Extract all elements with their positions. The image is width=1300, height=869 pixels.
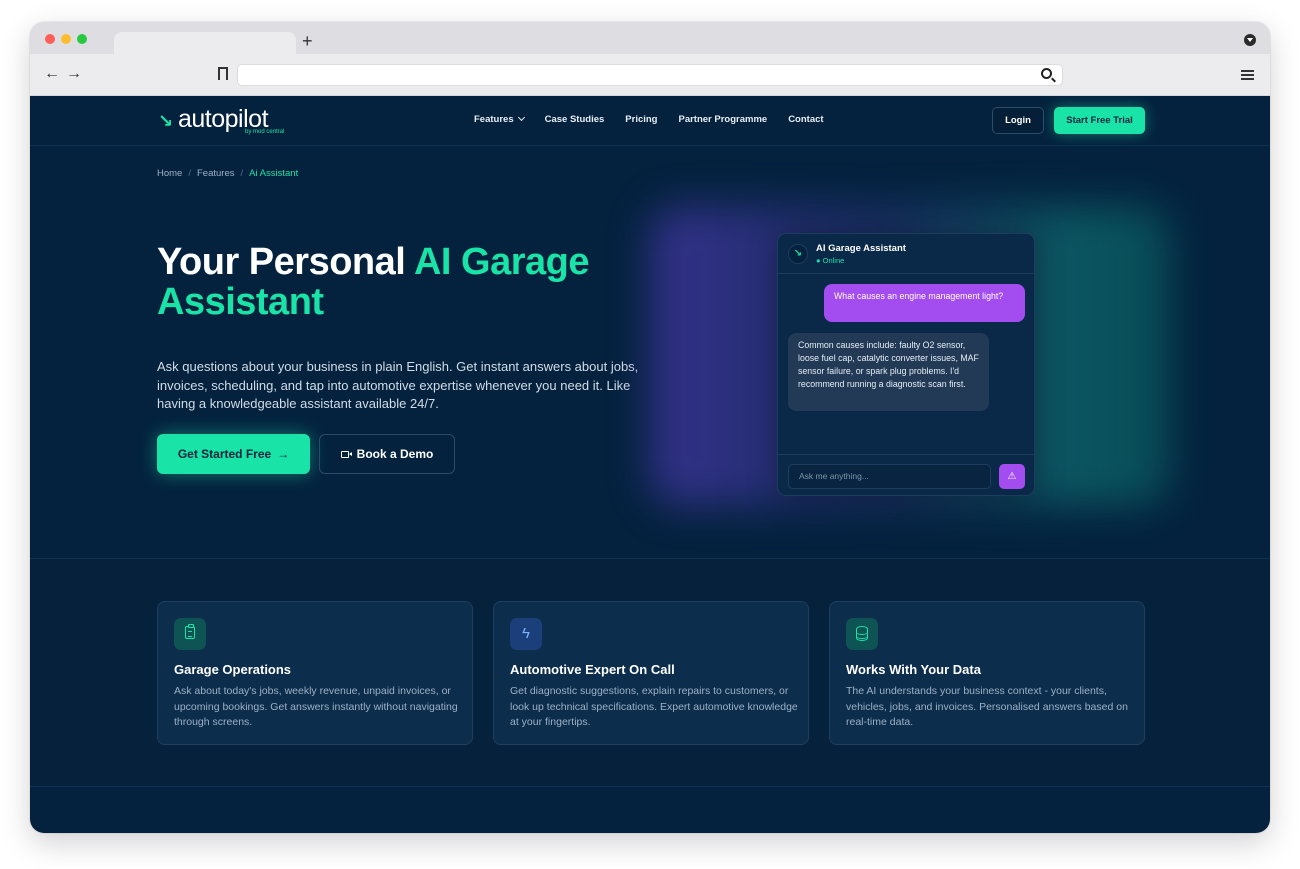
database-icon bbox=[855, 626, 868, 641]
feature-card-garage-operations: Garage Operations Ask about today's jobs… bbox=[157, 601, 473, 745]
tab-menu-icon[interactable] bbox=[1244, 34, 1256, 46]
feature-description: The AI understands your business context… bbox=[846, 685, 1128, 728]
breadcrumb: Home / Features / Ai Assistant bbox=[157, 168, 298, 180]
page: ↘ autopilot by mod central Features Case… bbox=[30, 96, 1270, 833]
new-tab-button[interactable]: + bbox=[302, 31, 313, 51]
chat-input[interactable]: Ask me anything... bbox=[788, 464, 991, 489]
assistant-avatar-icon: ↘ bbox=[788, 244, 808, 264]
feature-title: Works With Your Data bbox=[846, 662, 981, 677]
close-window-button[interactable] bbox=[45, 34, 55, 44]
book-demo-label: Book a Demo bbox=[356, 447, 434, 461]
menu-item-contact[interactable]: Contact bbox=[788, 114, 823, 126]
arrow-right-icon: → bbox=[277, 447, 290, 461]
feature-card-your-data: Works With Your Data The AI understands … bbox=[829, 601, 1145, 745]
menu-item-partner-programme[interactable]: Partner Programme bbox=[678, 114, 767, 126]
browser-menu-icon[interactable] bbox=[1241, 70, 1254, 80]
forward-icon[interactable]: → bbox=[66, 64, 82, 84]
bookmark-icon[interactable] bbox=[218, 67, 228, 84]
feature-card-automotive-expert: ϟ Automotive Expert On Call Get diagnost… bbox=[493, 601, 809, 745]
feature-icon-badge bbox=[846, 618, 878, 650]
search-icon[interactable] bbox=[1041, 68, 1052, 79]
breadcrumb-features[interactable]: Features bbox=[197, 168, 235, 180]
tab-bar: + bbox=[30, 22, 1270, 54]
menu-item-case-studies[interactable]: Case Studies bbox=[545, 114, 605, 126]
breadcrumb-separator: / bbox=[240, 168, 244, 179]
logo-mark-icon: ↘ bbox=[158, 111, 174, 131]
menu-item-features[interactable]: Features bbox=[474, 113, 525, 126]
hero-description: Ask questions about your business in pla… bbox=[157, 359, 639, 411]
assistant-message: Common causes include: faulty O2 sensor,… bbox=[788, 333, 989, 411]
address-bar[interactable] bbox=[237, 64, 1063, 86]
features-section: Garage Operations Ask about today's jobs… bbox=[30, 559, 1270, 786]
main-menu: Features Case Studies Pricing Partner Pr… bbox=[474, 113, 824, 126]
book-demo-button[interactable]: Book a Demo bbox=[319, 434, 455, 474]
feature-description: Ask about today's jobs, weekly revenue, … bbox=[174, 685, 458, 728]
feature-description: Get diagnostic suggestions, explain repa… bbox=[510, 685, 798, 728]
send-icon[interactable]: ⚠ bbox=[999, 464, 1025, 489]
get-started-button[interactable]: Get Started Free → bbox=[157, 434, 310, 474]
feature-title: Automotive Expert On Call bbox=[510, 662, 675, 677]
autopilot-logo[interactable]: ↘ autopilot by mod central bbox=[158, 105, 298, 136]
menu-item-label: Features bbox=[474, 114, 514, 125]
page-title: Your Personal AI Garage Assistant bbox=[157, 242, 677, 322]
breadcrumb-current: Ai Assistant bbox=[249, 168, 299, 179]
back-icon[interactable]: ← bbox=[44, 64, 60, 84]
logo-subtitle: by mod central bbox=[245, 129, 285, 135]
lightning-icon: ϟ bbox=[522, 625, 530, 642]
feature-title: Garage Operations bbox=[174, 662, 292, 677]
maximize-window-button[interactable] bbox=[77, 34, 87, 44]
browser-tab[interactable] bbox=[114, 32, 296, 54]
chevron-down-icon bbox=[517, 113, 525, 122]
breadcrumb-home[interactable]: Home bbox=[157, 168, 182, 180]
section-divider bbox=[30, 786, 1270, 787]
chat-header: ↘ AI Garage Assistant ● Online bbox=[778, 234, 1034, 274]
menu-item-pricing[interactable]: Pricing bbox=[625, 114, 657, 126]
clipboard-icon bbox=[185, 624, 195, 639]
get-started-label: Get Started Free bbox=[177, 447, 272, 461]
assistant-status: ● Online bbox=[816, 256, 845, 265]
chat-preview: ↘ AI Garage Assistant ● Online What caus… bbox=[777, 233, 1035, 496]
window-controls bbox=[45, 34, 87, 44]
feature-icon-badge: ϟ bbox=[510, 618, 542, 650]
breadcrumb-separator: / bbox=[188, 168, 191, 179]
browser-window: + ← → ↘ autopilot by mod central Feature… bbox=[30, 22, 1270, 833]
login-button[interactable]: Login bbox=[992, 107, 1044, 134]
chat-composer: Ask me anything... ⚠ bbox=[778, 454, 1034, 495]
assistant-name: AI Garage Assistant bbox=[816, 243, 906, 254]
site-header: ↘ autopilot by mod central Features Case… bbox=[30, 96, 1270, 146]
video-camera-icon bbox=[340, 451, 352, 458]
minimize-window-button[interactable] bbox=[61, 34, 71, 44]
user-message: What causes an engine management light? bbox=[824, 284, 1025, 322]
browser-toolbar: ← → bbox=[30, 54, 1270, 96]
start-free-trial-button[interactable]: Start Free Trial bbox=[1054, 107, 1145, 134]
feature-icon-badge bbox=[174, 618, 206, 650]
page-title-plain: Your Personal bbox=[157, 241, 414, 283]
